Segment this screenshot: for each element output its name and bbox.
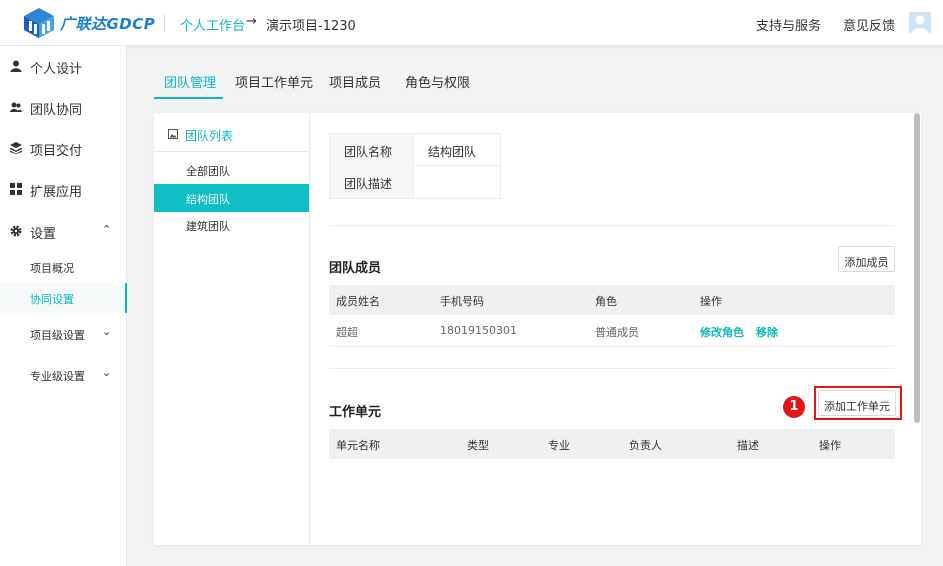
table-row: 超超 18019150301 普通成员 修改角色 移除: [329, 316, 895, 347]
team-desc-row: 团队描述: [330, 166, 500, 198]
header-divider: [164, 14, 165, 32]
sidebar-sub-project-overview[interactable]: 项目概况: [0, 252, 127, 282]
team-item-label: 全部团队: [186, 165, 230, 178]
sidebar-item-extensions[interactable]: 扩展应用: [0, 169, 127, 209]
feedback-link[interactable]: 意见反馈: [843, 15, 895, 34]
gear-icon: [10, 225, 22, 237]
remove-member-link[interactable]: 移除: [756, 324, 778, 340]
breadcrumb-home-link[interactable]: 个人工作台: [180, 15, 245, 34]
breadcrumb-arrow-icon: →: [246, 14, 257, 29]
content-scrollbar[interactable]: [914, 113, 920, 423]
sidebar-item-project-delivery[interactable]: 项目交付: [0, 128, 127, 168]
tab-team-management[interactable]: 团队管理: [164, 72, 216, 91]
user-icon: [10, 60, 22, 72]
add-member-button[interactable]: 添加成员: [838, 246, 895, 272]
chevron-down-icon: ⌄: [102, 366, 112, 379]
user-avatar-icon: [911, 15, 929, 34]
sidebar-sub-collab-settings[interactable]: 协同设置: [0, 283, 127, 313]
sidebar-sub-label: 专业级设置: [30, 370, 85, 383]
sidebar-sub-discipline-level-settings[interactable]: 专业级设置 ⌄: [0, 360, 127, 390]
breadcrumb-project: 演示项目-1230: [266, 19, 356, 34]
tab-project-work-units[interactable]: 项目工作单元: [235, 72, 313, 91]
members-section-title: 团队成员: [329, 261, 382, 276]
column-header: 操作: [700, 295, 722, 308]
team-list-title: 团队列表: [185, 129, 234, 143]
member-phone: 18019150301: [440, 324, 517, 337]
gdcp-logo-icon[interactable]: [22, 7, 56, 39]
sidebar-item-label: 个人设计: [30, 62, 83, 77]
column-header: 角色: [595, 295, 617, 308]
sidebar-item-label: 扩展应用: [30, 185, 83, 200]
team-desc-label: 团队描述: [330, 166, 414, 198]
sidebar-item-label: 设置: [30, 227, 57, 242]
chevron-down-icon: ⌄: [102, 325, 112, 338]
team-item-label: 结构团队: [186, 193, 230, 206]
work-units-section-title: 工作单元: [329, 405, 382, 420]
sidebar-sub-label: 项目级设置: [30, 329, 85, 342]
brand-name: 广联达GDCP: [60, 15, 156, 33]
top-header: 广联达GDCP 个人工作台 → 演示项目-1230 支持与服务 意见反馈: [0, 0, 943, 46]
sidebar-item-label: 团队协同: [30, 103, 83, 118]
avatar[interactable]: [909, 12, 931, 34]
team-name-label: 团队名称: [330, 134, 414, 166]
team-icon: [10, 102, 22, 112]
column-header: 成员姓名: [336, 295, 380, 308]
support-link[interactable]: 支持与服务: [756, 15, 821, 34]
edit-role-link[interactable]: 修改角色: [700, 324, 744, 340]
sidebar-sub-project-level-settings[interactable]: 项目级设置 ⌄: [0, 319, 127, 349]
grid-icon: [10, 183, 22, 195]
layers-icon: [10, 142, 22, 154]
member-role: 普通成员: [595, 326, 639, 339]
column-header: 专业: [548, 439, 570, 452]
team-item-structural[interactable]: 结构团队: [154, 184, 309, 212]
team-name-row: 团队名称 结构团队: [330, 134, 500, 166]
team-item-architecture[interactable]: 建筑团队: [154, 211, 309, 239]
sidebar-sub-label: 项目概况: [30, 262, 74, 275]
sidebar-item-personal-design[interactable]: 个人设计: [0, 46, 127, 86]
member-name: 超超: [336, 326, 358, 339]
sidebar-item-label: 项目交付: [30, 144, 83, 159]
column-header: 手机号码: [440, 295, 484, 308]
tab-project-members[interactable]: 项目成员: [329, 72, 381, 91]
chevron-up-icon: ⌃: [102, 223, 112, 236]
highlight-frame: [814, 386, 902, 420]
image-icon: [168, 129, 178, 139]
column-header: 描述: [737, 439, 759, 452]
sidebar: 个人设计 团队协同 项目交付 扩展应用 设置 ⌃ 项目概况 协同设置 项目级设置…: [0, 46, 127, 566]
team-desc-value: [414, 166, 428, 198]
section-divider: [329, 225, 895, 226]
active-tab-indicator: [154, 97, 223, 99]
team-info-table: 团队名称 结构团队 团队描述: [329, 133, 501, 199]
team-item-label: 建筑团队: [186, 220, 230, 233]
column-header: 单元名称: [336, 439, 380, 452]
sidebar-item-settings[interactable]: 设置 ⌃: [0, 211, 127, 251]
column-header: 负责人: [629, 439, 662, 452]
column-header: 操作: [819, 439, 841, 452]
column-header: 类型: [467, 439, 489, 452]
team-name-value: 结构团队: [428, 145, 477, 159]
team-list-divider: [154, 151, 310, 152]
members-table-header: 成员姓名 手机号码 角色 操作: [329, 285, 895, 315]
step-badge: 1: [783, 396, 805, 418]
team-item-all[interactable]: 全部团队: [154, 156, 309, 184]
work-units-table-header: 单元名称 类型 专业 负责人 描述 操作: [329, 429, 895, 459]
tab-roles-permissions[interactable]: 角色与权限: [405, 72, 470, 91]
sidebar-sub-label: 协同设置: [30, 293, 74, 306]
sidebar-item-team-collab[interactable]: 团队协同: [0, 87, 127, 127]
section-divider: [329, 368, 895, 369]
